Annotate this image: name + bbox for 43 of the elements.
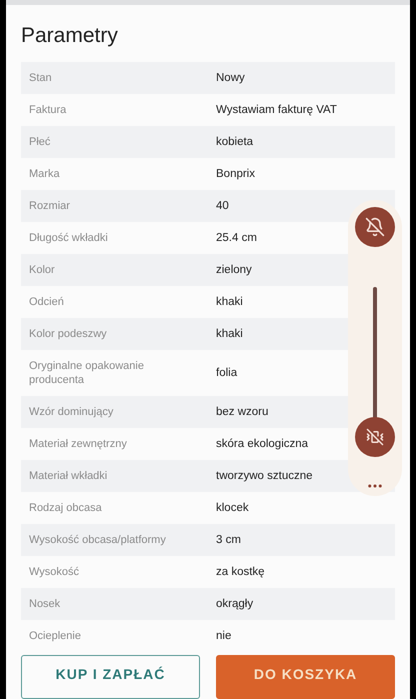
parameter-value: za kostkę <box>216 566 266 578</box>
parameter-label: Długość wkładki <box>29 231 109 245</box>
parameter-value: khaki <box>216 328 244 340</box>
parameter-label: Kolor <box>29 263 56 277</box>
parameter-value: bez wzoru <box>216 406 270 418</box>
parameter-value: 3 cm <box>216 534 242 546</box>
ringer-mode-button[interactable] <box>355 207 395 247</box>
parameter-label: Ocieplenie <box>29 629 82 643</box>
parameter-value: zielony <box>216 264 253 276</box>
parameter-label: Wzór dominujący <box>29 405 114 419</box>
parameter-label: Stan <box>29 71 53 85</box>
parameter-value: nie <box>216 630 232 642</box>
parameter-value: Nowy <box>216 72 246 84</box>
parameter-label: Materiał zewnętrzny <box>29 437 128 451</box>
parameter-value: tworzywo sztuczne <box>216 470 314 482</box>
parameter-label: Odcień <box>29 295 65 309</box>
volume-thumb[interactable] <box>355 417 395 457</box>
parameter-label: Kolor podeszwy <box>29 327 108 341</box>
bell-off-icon <box>365 217 385 237</box>
parameter-value: kobieta <box>216 136 254 148</box>
vibrate-off-icon <box>366 428 384 446</box>
parameter-label: Rozmiar <box>29 199 71 213</box>
parameter-label: Faktura <box>29 103 68 117</box>
parameter-label: Materiał wkładki <box>29 469 108 483</box>
parameter-value: klocek <box>216 502 250 514</box>
buy-button[interactable]: KUP I ZAPŁAĆ <box>21 655 200 699</box>
parameter-label: Oryginalne opakowanie producenta <box>29 359 145 387</box>
parameter-label: Płeć <box>29 135 52 149</box>
parameter-value: skóra ekologiczna <box>216 438 310 450</box>
section-title: Parametry <box>21 23 119 50</box>
parameter-value: Bonprix <box>216 168 256 180</box>
parameter-value: okrągły <box>216 598 254 610</box>
parameter-label: Marka <box>29 167 61 181</box>
parameter-value: 40 <box>216 200 230 212</box>
parameter-value: folia <box>216 367 238 379</box>
parameter-label: Rodzaj obcasa <box>29 501 103 515</box>
parameter-label: Nosek <box>29 597 62 611</box>
add-to-cart-button[interactable]: DO KOSZYKA <box>216 655 395 699</box>
parameter-label: Wysokość <box>29 565 80 579</box>
parameter-value: 25.4 cm <box>216 232 258 244</box>
parameter-value: Wystawiam fakturę VAT <box>216 104 338 116</box>
parameter-label: Wysokość obcasa/platformy <box>29 533 167 547</box>
parameter-value: khaki <box>216 296 244 308</box>
